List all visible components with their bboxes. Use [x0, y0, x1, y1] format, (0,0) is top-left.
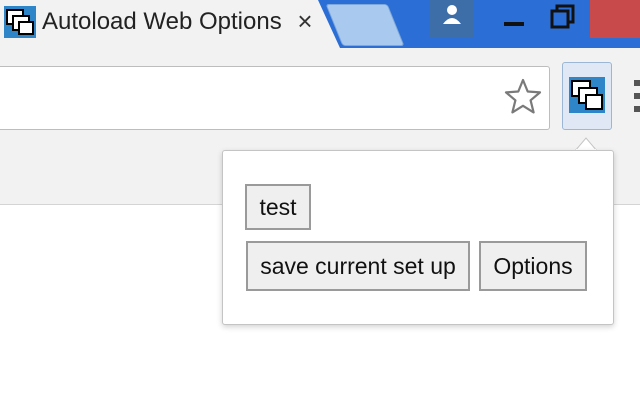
star-icon[interactable] [503, 77, 543, 117]
extension-popup [222, 150, 614, 325]
popup-arrow [575, 137, 597, 151]
extension-button[interactable] [562, 62, 612, 130]
minimize-icon [504, 22, 524, 26]
new-tab-button[interactable] [325, 4, 405, 46]
address-bar[interactable] [0, 66, 550, 130]
autoload-extension-icon [569, 77, 605, 113]
favicon-icon [4, 6, 36, 38]
window-close-button[interactable] [590, 0, 640, 38]
menu-icon[interactable] [630, 78, 640, 114]
options-button[interactable]: Options [479, 241, 587, 291]
user-profile-button[interactable] [430, 0, 474, 38]
tab-title: Autoload Web Options [42, 8, 282, 35]
title-bar: Autoload Web Options × [0, 0, 640, 48]
minimize-button[interactable] [494, 0, 534, 38]
restore-icon [550, 4, 575, 29]
browser-toolbar [0, 48, 640, 145]
test-button[interactable]: test [245, 184, 311, 230]
save-current-setup-button[interactable]: save current set up [246, 241, 470, 291]
maximize-button[interactable] [542, 0, 582, 38]
tab-close-icon[interactable]: × [292, 8, 318, 34]
user-icon [443, 5, 461, 24]
